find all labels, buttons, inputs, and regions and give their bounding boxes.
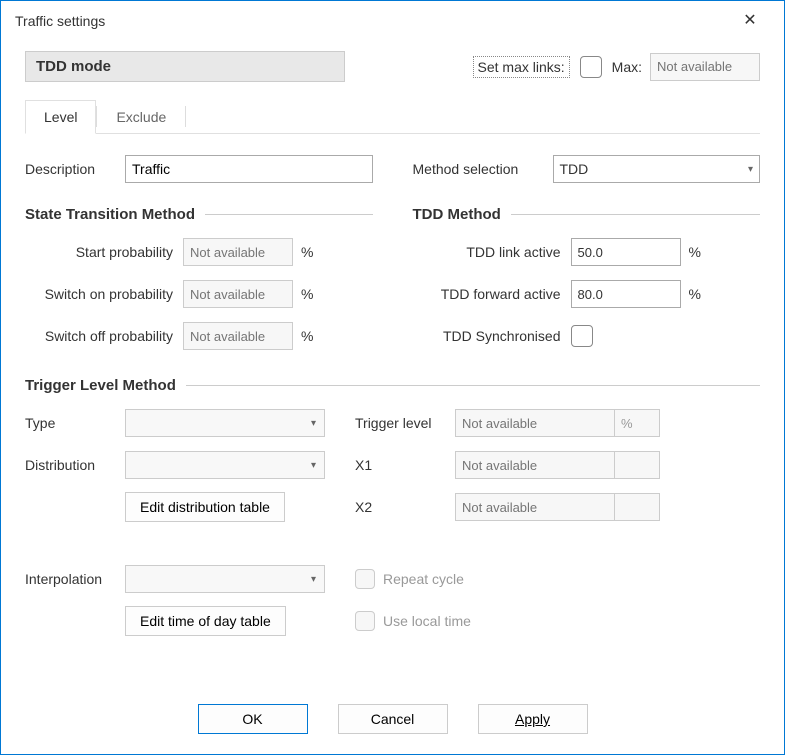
interpolation-select[interactable]: ▾ bbox=[125, 565, 325, 593]
dialog-window: Traffic settings ✕ TDD mode Set max link… bbox=[0, 0, 785, 755]
description-input[interactable] bbox=[125, 155, 373, 183]
trigger-group-title: Trigger Level Method bbox=[25, 377, 760, 394]
switch-on-prob-unit: % bbox=[301, 286, 313, 302]
edit-distribution-button[interactable]: Edit distribution table bbox=[125, 492, 285, 522]
set-max-links-checkbox[interactable] bbox=[580, 56, 602, 78]
x1-input bbox=[455, 451, 615, 479]
use-local-time-label: Use local time bbox=[383, 613, 471, 629]
x2-input bbox=[455, 493, 615, 521]
x1-unit bbox=[614, 451, 660, 479]
method-select[interactable]: TDD ▾ bbox=[553, 155, 761, 183]
chevron-down-icon: ▾ bbox=[311, 418, 316, 429]
stm-group-title: State Transition Method bbox=[25, 206, 373, 223]
use-local-time-checkbox bbox=[355, 611, 375, 631]
repeat-cycle-label: Repeat cycle bbox=[383, 571, 464, 587]
tdd-synchronised-checkbox[interactable] bbox=[571, 325, 593, 347]
footer: OK Cancel Apply bbox=[1, 684, 784, 754]
set-max-links-label: Set max links: bbox=[473, 56, 570, 78]
cancel-button[interactable]: Cancel bbox=[338, 704, 448, 734]
method-columns: State Transition Method Start probabilit… bbox=[25, 196, 760, 363]
tab-exclude[interactable]: Exclude bbox=[97, 100, 185, 133]
start-prob-label: Start probability bbox=[25, 244, 183, 260]
tdd-link-active-label: TDD link active bbox=[413, 244, 571, 260]
upper-columns: Description Method selection TDD ▾ bbox=[25, 154, 760, 196]
switch-off-prob-unit: % bbox=[301, 328, 313, 344]
trigger-level-unit: % bbox=[614, 409, 660, 437]
tdd-forward-active-unit: % bbox=[689, 286, 701, 302]
chevron-down-icon: ▾ bbox=[311, 574, 316, 585]
max-label: Max: bbox=[612, 59, 642, 75]
trigger-level-label: Trigger level bbox=[355, 415, 455, 431]
content-area: TDD mode Set max links: Max: Level Exclu… bbox=[1, 41, 784, 684]
switch-off-prob-input bbox=[183, 322, 293, 350]
x2-unit bbox=[614, 493, 660, 521]
chevron-down-icon: ▾ bbox=[748, 164, 753, 175]
max-input bbox=[650, 53, 760, 81]
tab-bar: Level Exclude bbox=[25, 100, 760, 134]
close-icon: ✕ bbox=[743, 13, 756, 29]
tdd-link-active-input[interactable] bbox=[571, 238, 681, 266]
tab-level[interactable]: Level bbox=[25, 100, 96, 134]
top-row: TDD mode Set max links: Max: bbox=[25, 51, 760, 82]
tdd-synchronised-label: TDD Synchronised bbox=[413, 328, 571, 344]
x2-label: X2 bbox=[355, 499, 455, 515]
distribution-label: Distribution bbox=[25, 457, 125, 473]
distribution-select[interactable]: ▾ bbox=[125, 451, 325, 479]
window-title: Traffic settings bbox=[15, 13, 730, 29]
interpolation-label: Interpolation bbox=[25, 571, 125, 587]
titlebar: Traffic settings ✕ bbox=[1, 1, 784, 41]
mode-display: TDD mode bbox=[25, 51, 345, 82]
start-prob-unit: % bbox=[301, 244, 313, 260]
tdd-forward-active-label: TDD forward active bbox=[413, 286, 571, 302]
type-select[interactable]: ▾ bbox=[125, 409, 325, 437]
start-prob-input bbox=[183, 238, 293, 266]
method-label: Method selection bbox=[413, 161, 553, 177]
close-button[interactable]: ✕ bbox=[730, 1, 770, 41]
description-label: Description bbox=[25, 161, 125, 177]
switch-on-prob-label: Switch on probability bbox=[25, 286, 183, 302]
switch-off-prob-label: Switch off probability bbox=[25, 328, 183, 344]
type-label: Type bbox=[25, 415, 125, 431]
edit-time-of-day-button[interactable]: Edit time of day table bbox=[125, 606, 286, 636]
switch-on-prob-input bbox=[183, 280, 293, 308]
ok-button[interactable]: OK bbox=[198, 704, 308, 734]
trigger-level-input bbox=[455, 409, 615, 437]
chevron-down-icon: ▾ bbox=[311, 460, 316, 471]
method-select-value: TDD bbox=[560, 161, 589, 177]
tdd-link-active-unit: % bbox=[689, 244, 701, 260]
tdd-group-title: TDD Method bbox=[413, 206, 761, 223]
x1-label: X1 bbox=[355, 457, 455, 473]
apply-button[interactable]: Apply bbox=[478, 704, 588, 734]
tdd-forward-active-input[interactable] bbox=[571, 280, 681, 308]
repeat-cycle-checkbox bbox=[355, 569, 375, 589]
